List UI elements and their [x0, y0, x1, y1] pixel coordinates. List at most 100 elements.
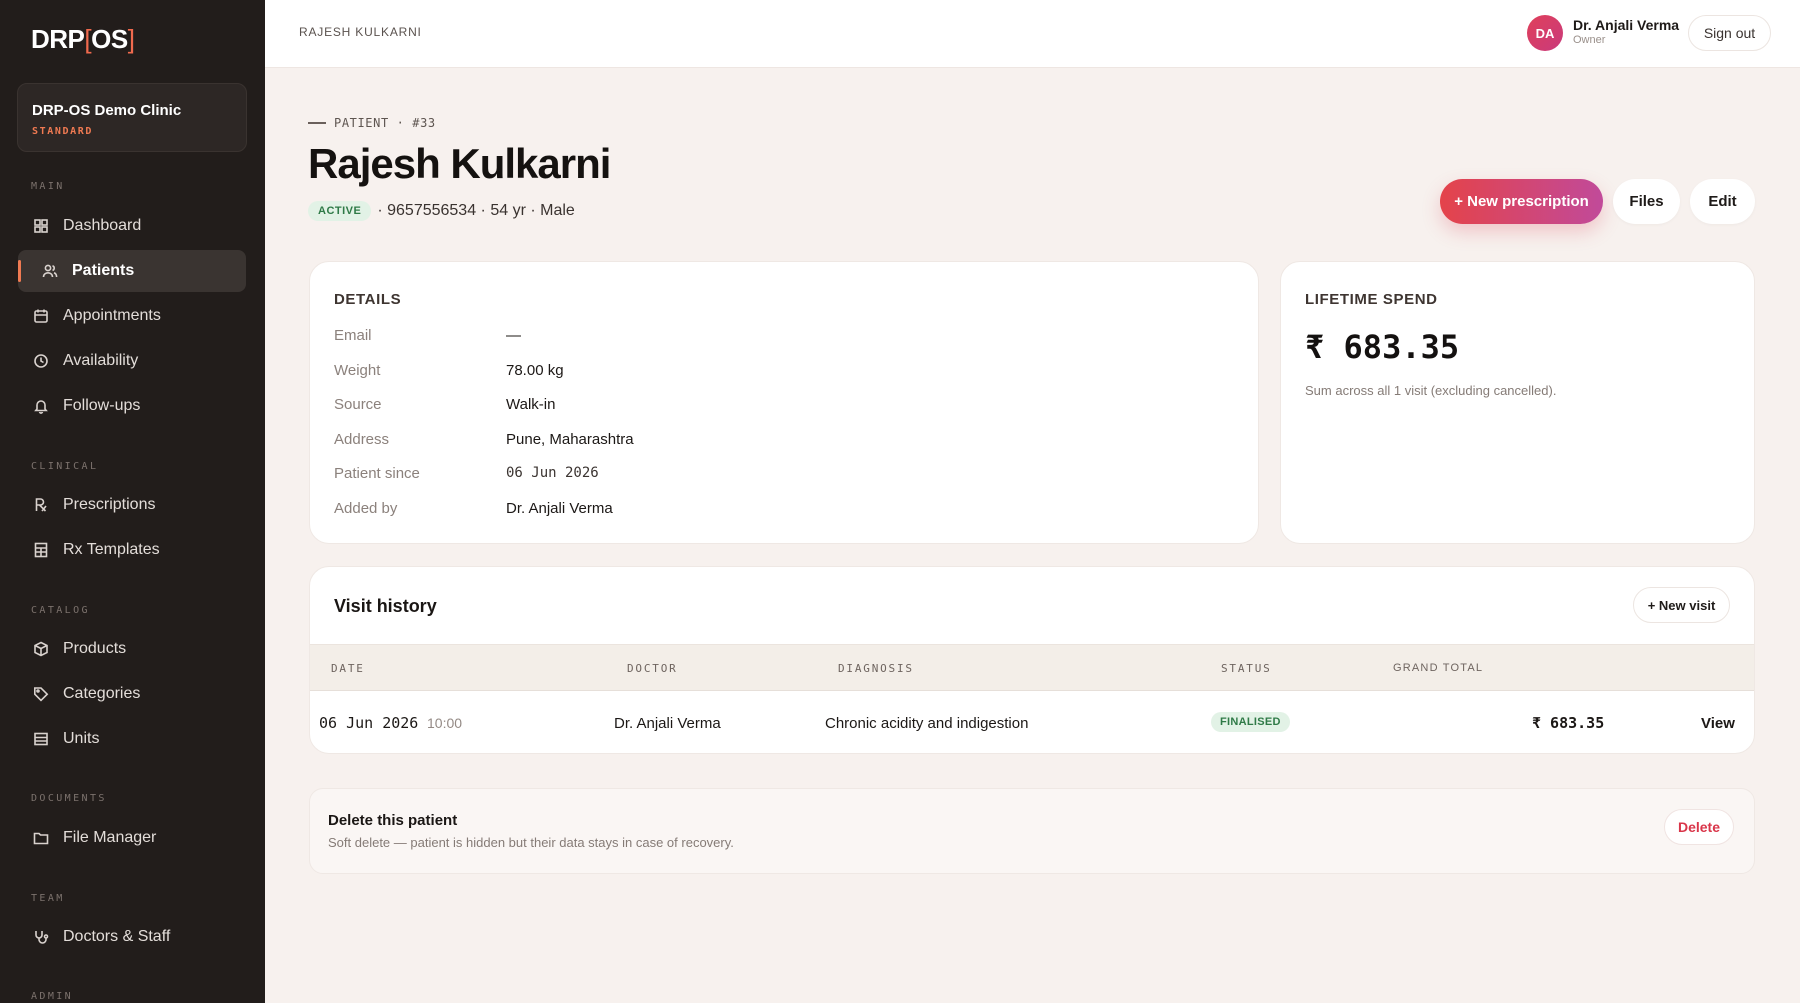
delete-patient-title: Delete this patient — [328, 812, 458, 829]
avatar[interactable]: DA — [1527, 15, 1563, 51]
visit-history-card: Visit history + New visit DATE DOCTOR DI… — [309, 566, 1755, 754]
logo-bracket-close: ] — [127, 24, 135, 54]
spend-note: Sum across all 1 visit (excluding cancel… — [1305, 383, 1557, 398]
column-header-diagnosis[interactable]: DIAGNOSIS — [838, 662, 914, 675]
sidebar-item-prescriptions[interactable]: Prescriptions — [18, 484, 246, 526]
column-header-doctor[interactable]: DOCTOR — [627, 662, 678, 675]
detail-label: Patient since — [334, 465, 420, 482]
rx-icon — [33, 497, 49, 513]
grid-icon — [33, 218, 49, 234]
sidebar-item-doctors-staff[interactable]: Doctors & Staff — [18, 916, 246, 958]
lifetime-spend-card: LIFETIME SPEND ₹ 683.35 Sum across all 1… — [1280, 261, 1755, 544]
status-badge: FINALISED — [1211, 712, 1290, 732]
nav-section-team: TEAM — [31, 893, 65, 904]
sidebar-item-label: Availability — [63, 352, 139, 369]
box-icon — [33, 641, 49, 657]
tag-icon — [33, 686, 49, 702]
table-row[interactable]: 06 Jun 2026 10:00 Dr. Anjali Verma Chron… — [310, 692, 1754, 753]
clinic-name: DRP-OS Demo Clinic — [32, 102, 182, 119]
sidebar-item-availability[interactable]: Availability — [18, 340, 246, 382]
edit-button[interactable]: Edit — [1690, 179, 1755, 224]
patient-meta: ACTIVE · 9657556534 · 54 yr · Male — [308, 201, 575, 221]
sidebar-item-label: Follow-ups — [63, 397, 141, 414]
new-visit-button[interactable]: + New visit — [1633, 587, 1730, 623]
page-title: Rajesh Kulkarni — [308, 140, 611, 187]
table-header: DATE DOCTOR DIAGNOSIS STATUS GRAND TOTAL — [310, 644, 1754, 691]
new-prescription-button[interactable]: + New prescription — [1440, 179, 1603, 224]
users-icon — [42, 263, 58, 279]
details-title: DETAILS — [334, 291, 402, 308]
clock-icon — [33, 353, 49, 369]
column-header-grand-total[interactable]: GRAND TOTAL — [1393, 662, 1483, 674]
patient-eyebrow: PATIENT · #33 — [308, 116, 436, 130]
sidebar: DRP[OS] DRP-OS Demo Clinic STANDARD MAIN… — [0, 0, 265, 1003]
detail-label: Weight — [334, 362, 381, 379]
logo-text: DRP — [31, 24, 85, 54]
sidebar-item-label: File Manager — [63, 829, 157, 846]
patient-meta-text: · 9657556534 · 54 yr · Male — [377, 202, 575, 219]
folder-icon — [33, 830, 49, 846]
sidebar-item-categories[interactable]: Categories — [18, 673, 246, 715]
view-visit-link[interactable]: View — [1701, 715, 1735, 732]
sidebar-item-appointments[interactable]: Appointments — [18, 295, 246, 337]
sidebar-item-patients[interactable]: Patients — [18, 250, 246, 292]
clinic-switcher[interactable]: DRP-OS Demo Clinic STANDARD — [17, 83, 247, 152]
files-button[interactable]: Files — [1613, 179, 1680, 224]
sidebar-item-units[interactable]: Units — [18, 718, 246, 760]
clinic-plan-badge: STANDARD — [32, 126, 93, 137]
detail-label: Source — [334, 396, 382, 413]
logo-os: OS — [91, 24, 128, 54]
visit-doctor: Dr. Anjali Verma — [614, 715, 721, 732]
sidebar-item-dashboard[interactable]: Dashboard — [18, 205, 246, 247]
sidebar-item-label: Appointments — [63, 307, 161, 324]
layers-icon — [33, 731, 49, 747]
detail-label: Address — [334, 431, 390, 448]
eyebrow-dash — [308, 122, 326, 124]
delete-patient-card: Delete this patient Soft delete — patien… — [309, 788, 1755, 874]
sidebar-item-file-manager[interactable]: File Manager — [18, 817, 246, 859]
stethoscope-icon — [33, 929, 49, 945]
delete-patient-subtitle: Soft delete — patient is hidden but thei… — [328, 835, 734, 850]
breadcrumb[interactable]: RAJESH KULKARNI — [299, 25, 422, 39]
sign-out-button[interactable]: Sign out — [1688, 15, 1771, 51]
user-name: Dr. Anjali Verma — [1573, 17, 1680, 33]
sidebar-item-label: Doctors & Staff — [63, 928, 171, 945]
detail-label: Email — [334, 327, 372, 344]
sidebar-item-label: Prescriptions — [63, 496, 156, 513]
top-bar: RAJESH KULKARNI DA Dr. Anjali Verma Owne… — [265, 0, 1800, 68]
bell-icon — [33, 398, 49, 414]
template-icon — [33, 542, 49, 558]
detail-value-added-by: Dr. Anjali Verma — [506, 500, 613, 517]
visit-date: 06 Jun 2026 — [319, 714, 419, 732]
detail-value-source: Walk-in — [506, 396, 556, 413]
nav-section-documents: DOCUMENTS — [31, 793, 107, 804]
column-header-date[interactable]: DATE — [331, 662, 365, 675]
sidebar-item-products[interactable]: Products — [18, 628, 246, 670]
detail-label: Added by — [334, 500, 398, 517]
visit-diagnosis: Chronic acidity and indigestion — [825, 715, 1029, 732]
nav-section-catalog: CATALOG — [31, 605, 90, 616]
nav-section-clinical: CLINICAL — [31, 461, 99, 472]
sidebar-item-label: Rx Templates — [63, 541, 160, 558]
app-logo[interactable]: DRP[OS] — [31, 24, 135, 55]
visit-time: 10:00 — [427, 715, 463, 731]
detail-value-patient-since: 06 Jun 2026 — [506, 465, 599, 481]
patient-id-label: PATIENT · #33 — [334, 116, 436, 130]
detail-value-address: Pune, Maharashtra — [506, 431, 634, 448]
visit-grand-total: ₹ 683.35 — [1532, 714, 1605, 732]
column-header-status[interactable]: STATUS — [1221, 662, 1272, 675]
details-card: DETAILS Email — Weight 78.00 kg Source W… — [309, 261, 1259, 544]
detail-value-weight: 78.00 kg — [506, 362, 564, 379]
calendar-icon — [33, 308, 49, 324]
sidebar-item-label: Dashboard — [63, 217, 142, 234]
sidebar-item-follow-ups[interactable]: Follow-ups — [18, 385, 246, 427]
status-badge: ACTIVE — [308, 201, 372, 221]
nav-section-admin: ADMIN — [31, 991, 74, 1002]
sidebar-item-label: Products — [63, 640, 127, 657]
sidebar-item-label: Patients — [72, 262, 135, 279]
detail-value-email: — — [506, 327, 521, 344]
visit-history-title: Visit history — [334, 596, 437, 616]
sidebar-item-rx-templates[interactable]: Rx Templates — [18, 529, 246, 571]
sidebar-item-label: Categories — [63, 685, 141, 702]
delete-patient-button[interactable]: Delete — [1664, 809, 1734, 845]
